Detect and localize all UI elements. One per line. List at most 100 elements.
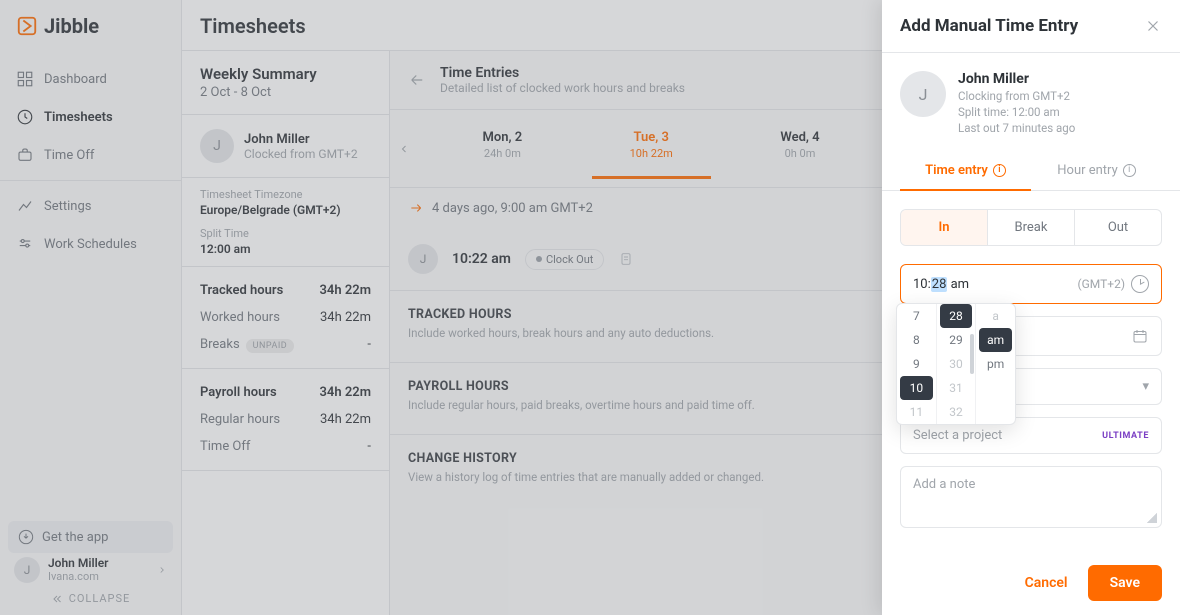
entries-subtitle: Detailed list of clocked work hours and … — [440, 81, 685, 95]
worked-hours-label: Worked hours — [200, 310, 280, 325]
time-input[interactable]: 10:28 am (GMT+2) 7 8 9 10 11 28 29 30 31… — [900, 264, 1162, 304]
drawer-user-name: John Miller — [958, 71, 1075, 87]
timezone-value: Europe/Belgrade (GMT+2) — [200, 203, 371, 217]
download-icon — [18, 529, 34, 545]
summary-user-name: John Miller — [244, 132, 358, 147]
regular-hours-label: Regular hours — [200, 412, 280, 427]
nav-schedules[interactable]: Work Schedules — [0, 225, 181, 263]
sliders-icon — [16, 235, 34, 253]
sidebar-user-button[interactable]: J John Miller Ivana.com — [0, 550, 181, 589]
save-button[interactable]: Save — [1088, 565, 1162, 601]
worked-hours-value: 34h 22m — [320, 310, 371, 325]
drawer-user-lastout: Last out 7 minutes ago — [958, 121, 1075, 135]
avatar: J — [200, 129, 234, 163]
time-tz: (GMT+2) — [1078, 277, 1125, 291]
chart-line-icon — [16, 197, 34, 215]
get-app-button[interactable]: Get the app — [8, 521, 173, 553]
page-title: Timesheets — [200, 14, 306, 38]
drawer-user-tz: Clocking from GMT+2 — [958, 89, 1075, 103]
ampm-column[interactable]: a am pm — [975, 304, 1015, 424]
nav: Dashboard Timesheets Time Off Settings W… — [0, 60, 181, 263]
drawer-user-split: Split time: 12:00 am — [958, 105, 1075, 119]
scrollbar[interactable] — [970, 334, 974, 374]
collapse-label: COLLAPSE — [69, 592, 131, 605]
caret-down-icon: ▾ — [1142, 379, 1149, 394]
nav-label: Timesheets — [44, 110, 113, 125]
breaks-value: - — [367, 337, 371, 352]
minute-column[interactable]: 28 29 30 31 32 — [936, 304, 976, 424]
cancel-button[interactable]: Cancel — [1019, 565, 1074, 601]
close-button[interactable] — [1144, 17, 1162, 35]
timeoff-value: - — [367, 439, 371, 454]
arrow-right-icon — [408, 200, 424, 216]
relative-time-text: 4 days ago, 9:00 am GMT+2 — [432, 201, 593, 216]
nav-timeoff[interactable]: Time Off — [0, 136, 181, 174]
breaks-label: Breaks — [200, 337, 240, 352]
entry-mode-tabs: Time entryi Hour entryi — [882, 153, 1180, 191]
drawer-user: J John Miller Clocking from GMT+2 Split … — [882, 53, 1180, 153]
brand-name: Jibble — [44, 14, 99, 38]
clock-icon — [16, 108, 34, 126]
note-input[interactable]: Add a note — [900, 466, 1162, 528]
day-wed[interactable]: Wed, 40h 0m — [726, 120, 875, 178]
chevron-left-icon — [398, 143, 410, 155]
nav-label: Settings — [44, 199, 91, 214]
jibble-logo-icon — [16, 15, 38, 37]
payroll-hours-label: Payroll hours — [200, 385, 277, 400]
back-button[interactable] — [408, 71, 426, 89]
summary-panel: Weekly Summary 2 Oct - 8 Oct J John Mill… — [182, 51, 390, 615]
tracked-hours-label: Tracked hours — [200, 283, 283, 298]
ultimate-badge: ULTIMATE — [1102, 431, 1149, 441]
tab-time-entry[interactable]: Time entryi — [900, 153, 1031, 190]
summary-user-sub: Clocked from GMT+2 — [244, 147, 358, 161]
project-placeholder: Select a project — [913, 428, 1002, 443]
close-icon — [1144, 17, 1162, 35]
nav-settings[interactable]: Settings — [0, 187, 181, 225]
suitcase-icon — [16, 146, 34, 164]
tab-hour-entry[interactable]: Hour entryi — [1031, 153, 1162, 190]
receipt-icon[interactable] — [618, 251, 634, 267]
segment-out[interactable]: Out — [1075, 210, 1161, 245]
tracked-hours-value: 34h 22m — [320, 283, 372, 298]
time-value: 10:28 am — [913, 277, 969, 292]
day-mon[interactable]: Mon, 224h 0m — [428, 120, 577, 178]
sidebar-user-name: John Miller — [48, 556, 149, 570]
grid-icon — [16, 70, 34, 88]
chevron-double-left-icon — [51, 593, 63, 605]
calendar-icon — [1131, 327, 1149, 345]
manual-entry-drawer: Add Manual Time Entry J John Miller Cloc… — [882, 0, 1180, 615]
avatar: J — [14, 557, 40, 583]
entry-time: 10:22 am — [452, 251, 511, 267]
prev-day-button[interactable] — [398, 143, 428, 155]
timezone-label: Timesheet Timezone — [200, 188, 371, 201]
avatar: J — [900, 71, 946, 117]
info-icon: i — [1123, 164, 1136, 177]
info-icon: i — [993, 164, 1006, 177]
nav-dashboard[interactable]: Dashboard — [0, 60, 181, 98]
in-break-out-segment: In Break Out — [900, 209, 1162, 246]
time-picker-popover[interactable]: 7 8 9 10 11 28 29 30 31 32 a am pm — [896, 303, 1016, 425]
sidebar: Jibble Dashboard Timesheets Time Off Set… — [0, 0, 182, 615]
split-time-label: Split Time — [200, 227, 371, 240]
nav-label: Dashboard — [44, 72, 107, 87]
payroll-hours-value: 34h 22m — [320, 385, 372, 400]
segment-in[interactable]: In — [901, 210, 988, 245]
nav-label: Work Schedules — [44, 237, 137, 252]
nav-timesheets[interactable]: Timesheets — [0, 98, 181, 136]
hour-column[interactable]: 7 8 9 10 11 — [897, 304, 936, 424]
collapse-button[interactable]: COLLAPSE — [0, 586, 181, 611]
clock-icon — [1131, 275, 1149, 293]
regular-hours-value: 34h 22m — [320, 412, 371, 427]
arrow-left-icon — [408, 71, 426, 89]
weekly-summary-range: 2 Oct - 8 Oct — [200, 85, 371, 100]
brand-logo[interactable]: Jibble — [0, 0, 181, 52]
day-tue[interactable]: Tue, 310h 22m — [577, 120, 726, 178]
unpaid-badge: UNPAID — [246, 339, 295, 353]
drawer-title: Add Manual Time Entry — [900, 16, 1078, 36]
note-placeholder: Add a note — [913, 477, 975, 492]
chevron-right-icon — [157, 565, 167, 575]
get-app-label: Get the app — [42, 530, 108, 545]
clock-out-pill[interactable]: Clock Out — [525, 249, 604, 270]
segment-break[interactable]: Break — [988, 210, 1075, 245]
avatar: J — [408, 244, 438, 274]
